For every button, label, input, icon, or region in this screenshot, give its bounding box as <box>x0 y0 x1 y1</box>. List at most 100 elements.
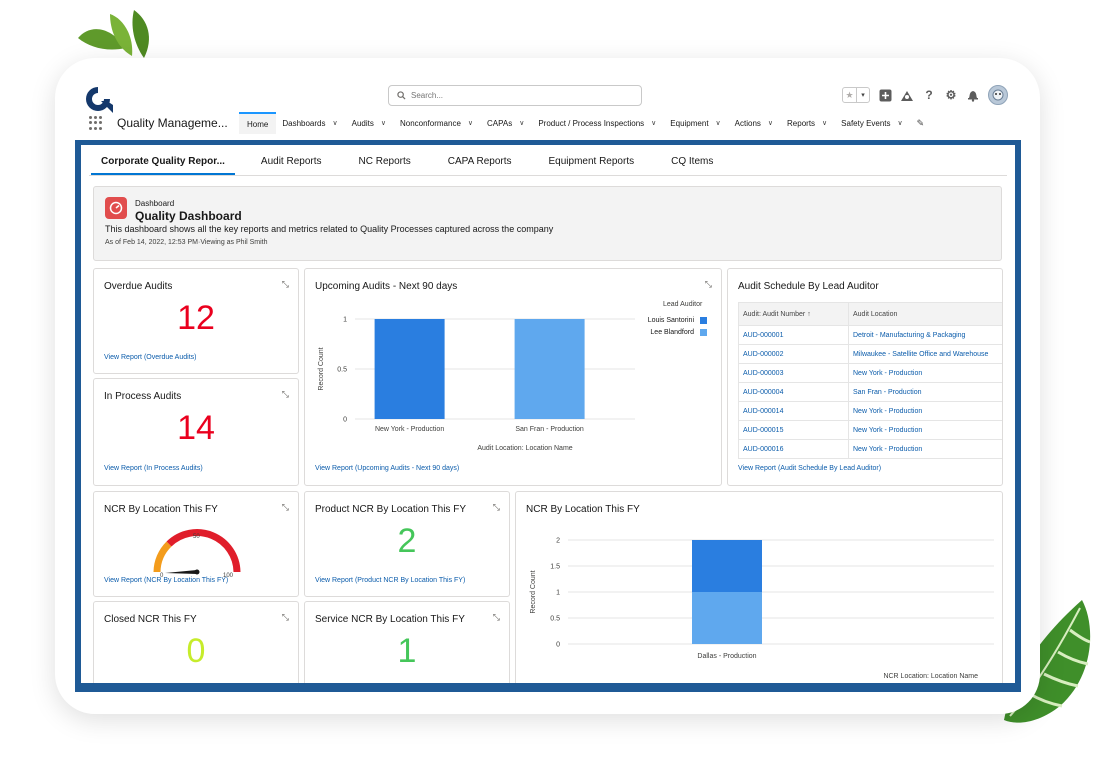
tab-cq-items[interactable]: CQ Items <box>671 156 713 175</box>
upcoming-audits-chart: 0 0.5 1 New York - Production San Fran - Pro… <box>318 317 635 452</box>
column-header-audit-location[interactable]: Audit Location <box>848 302 1002 326</box>
chevron-down-icon[interactable]: ∨ <box>898 119 903 127</box>
widget-closed-ncr: Closed NCR This FY ⤡ 0 <box>93 601 299 683</box>
view-report-link[interactable]: View Report (In Process Audits) <box>104 465 203 472</box>
audit-number-link[interactable]: AUD-000004 <box>738 382 849 402</box>
audit-location-link[interactable]: Detroit - Manufacturing & Packaging <box>848 325 1002 345</box>
expand-icon[interactable]: ⤡ <box>282 389 289 400</box>
user-avatar[interactable] <box>988 85 1008 105</box>
chevron-down-icon[interactable]: ∨ <box>768 119 773 127</box>
audit-schedule-table: Audit: Audit Number ↑ Audit Location AUD… <box>738 302 1002 459</box>
favorites-control[interactable]: ★ ▾ <box>842 87 870 103</box>
audit-location-link[interactable]: Milwaukee - Satellite Office and Warehou… <box>848 344 1002 364</box>
widget-upcoming-audits: Upcoming Audits - Next 90 days ⤡ 0 0.5 1 Ne… <box>304 268 722 486</box>
nav-item-home[interactable]: Home <box>239 112 277 134</box>
tab-audit-reports[interactable]: Audit Reports <box>261 156 322 175</box>
legend-swatch <box>700 329 707 336</box>
nav-item-capas[interactable]: CAPAs ∨ <box>481 112 532 134</box>
gauge-mid-label: 50 <box>193 534 200 540</box>
search-input[interactable] <box>411 91 611 100</box>
y-axis-label: Record Count <box>530 570 537 613</box>
audit-location-link[interactable]: New York - Production <box>848 439 1002 459</box>
add-icon[interactable] <box>878 88 892 102</box>
view-report-link[interactable]: View Report (Product NCR By Location Thi… <box>315 577 465 584</box>
star-icon[interactable]: ★ <box>843 88 856 102</box>
nav-item-equipment[interactable]: Equipment ∨ <box>664 112 728 134</box>
metric-value: 2 <box>397 522 417 560</box>
audit-number-link[interactable]: AUD-000002 <box>738 344 849 364</box>
widget-in-process-audits: In Process Audits ⤡ 14 View Report (In P… <box>93 378 299 486</box>
x-tick-label: Dallas - Production <box>697 653 756 660</box>
chevron-down-icon[interactable]: ∨ <box>332 119 337 127</box>
widget-title: NCR By Location This FY <box>104 504 218 515</box>
legend-item-lee-blandford: Lee Blandford <box>650 329 707 336</box>
audit-number-link[interactable]: AUD-000016 <box>738 439 849 459</box>
chevron-down-icon[interactable]: ∨ <box>468 119 473 127</box>
metric-value: 14 <box>177 409 215 447</box>
audit-location-link[interactable]: New York - Production <box>848 363 1002 383</box>
audit-number-link[interactable]: AUD-000014 <box>738 401 849 421</box>
audit-location-link[interactable]: New York - Production <box>848 420 1002 440</box>
table-header-row: Audit: Audit Number ↑ Audit Location <box>738 302 1002 326</box>
tab-nc-reports[interactable]: NC Reports <box>359 156 411 175</box>
tab-divider <box>89 175 1007 176</box>
y-tick-label: 2 <box>556 538 560 545</box>
nav-item-dashboards[interactable]: Dashboards ∨ <box>276 112 345 134</box>
favorites-menu-icon[interactable]: ▾ <box>856 88 869 102</box>
y-tick-label: 0.5 <box>337 367 347 374</box>
notification-bell-icon[interactable] <box>966 88 980 102</box>
screenshot-card: ★ ▾ ? ⚙ <box>55 58 1040 714</box>
y-axis-label: Record Count <box>318 347 325 390</box>
widget-service-ncr: Service NCR By Location This FY ⤡ 1 <box>304 601 510 683</box>
nav-item-safety-events[interactable]: Safety Events ∨ <box>835 112 910 134</box>
nav-item-nonconformance[interactable]: Nonconformance ∨ <box>394 112 481 134</box>
view-report-link[interactable]: View Report (Overdue Audits) <box>104 354 196 361</box>
widget-overdue-audits: Overdue Audits ⤡ 12 View Report (Overdue… <box>93 268 299 374</box>
edit-nav-pencil-icon[interactable]: ✎ <box>917 118 925 129</box>
y-tick-label: 1 <box>556 590 560 597</box>
help-icon[interactable]: ? <box>922 88 936 102</box>
app-launcher-icon[interactable] <box>89 116 103 130</box>
widget-title: Closed NCR This FY <box>104 614 197 625</box>
dashboard-icon <box>105 197 127 219</box>
header-utility-icons: ★ ▾ ? ⚙ <box>842 85 1008 105</box>
app-name: Quality Manageme... <box>117 116 228 130</box>
nav-item-reports[interactable]: Reports ∨ <box>781 112 835 134</box>
tab-equipment-reports[interactable]: Equipment Reports <box>549 156 635 175</box>
widget-title: Service NCR By Location This FY <box>315 614 465 625</box>
audit-location-link[interactable]: New York - Production <box>848 401 1002 421</box>
view-report-link[interactable]: View Report (NCR By Location This FY) <box>104 577 228 584</box>
nav-item-actions[interactable]: Actions ∨ <box>729 112 781 134</box>
tab-corporate-quality[interactable]: Corporate Quality Repor... <box>91 156 235 175</box>
legend-swatch <box>700 317 707 324</box>
chevron-down-icon[interactable]: ∨ <box>381 119 386 127</box>
tab-capa-reports[interactable]: CAPA Reports <box>448 156 512 175</box>
expand-icon[interactable]: ⤡ <box>493 502 500 513</box>
column-header-audit-number[interactable]: Audit: Audit Number ↑ <box>738 302 849 326</box>
chevron-down-icon[interactable]: ∨ <box>716 119 721 127</box>
trailhead-icon[interactable] <box>900 88 914 102</box>
chevron-down-icon[interactable]: ∨ <box>519 119 524 127</box>
audit-location-link[interactable]: San Fran - Production <box>848 382 1002 402</box>
chevron-down-icon[interactable]: ∨ <box>651 119 656 127</box>
metric-value: 0 <box>186 632 206 670</box>
nav-item-audits[interactable]: Audits ∨ <box>346 112 394 134</box>
nav-item-inspections[interactable]: Product / Process Inspections ∨ <box>532 112 664 134</box>
sort-arrow-icon[interactable]: ↑ <box>807 311 811 318</box>
expand-icon[interactable]: ⤡ <box>493 612 500 623</box>
view-report-link[interactable]: View Report (Upcoming Audits - Next 90 d… <box>315 465 459 472</box>
widget-title: Overdue Audits <box>104 281 173 292</box>
view-report-link[interactable]: View Report (Audit Schedule By Lead Audi… <box>738 465 881 472</box>
x-axis-label: NCR Location: Location Name <box>883 673 978 680</box>
audit-number-link[interactable]: AUD-000015 <box>738 420 849 440</box>
expand-icon[interactable]: ⤡ <box>282 612 289 623</box>
table-row: AUD-000001 Detroit - Manufacturing & Pack… <box>738 325 1002 345</box>
audit-number-link[interactable]: AUD-000003 <box>738 363 849 383</box>
expand-icon[interactable]: ⤡ <box>282 279 289 290</box>
expand-icon[interactable]: ⤡ <box>282 502 289 513</box>
audit-number-link[interactable]: AUD-000001 <box>738 325 849 345</box>
gear-icon[interactable]: ⚙ <box>944 88 958 102</box>
widget-title: Product NCR By Location This FY <box>315 504 466 515</box>
global-search[interactable] <box>388 85 642 106</box>
chevron-down-icon[interactable]: ∨ <box>822 119 827 127</box>
